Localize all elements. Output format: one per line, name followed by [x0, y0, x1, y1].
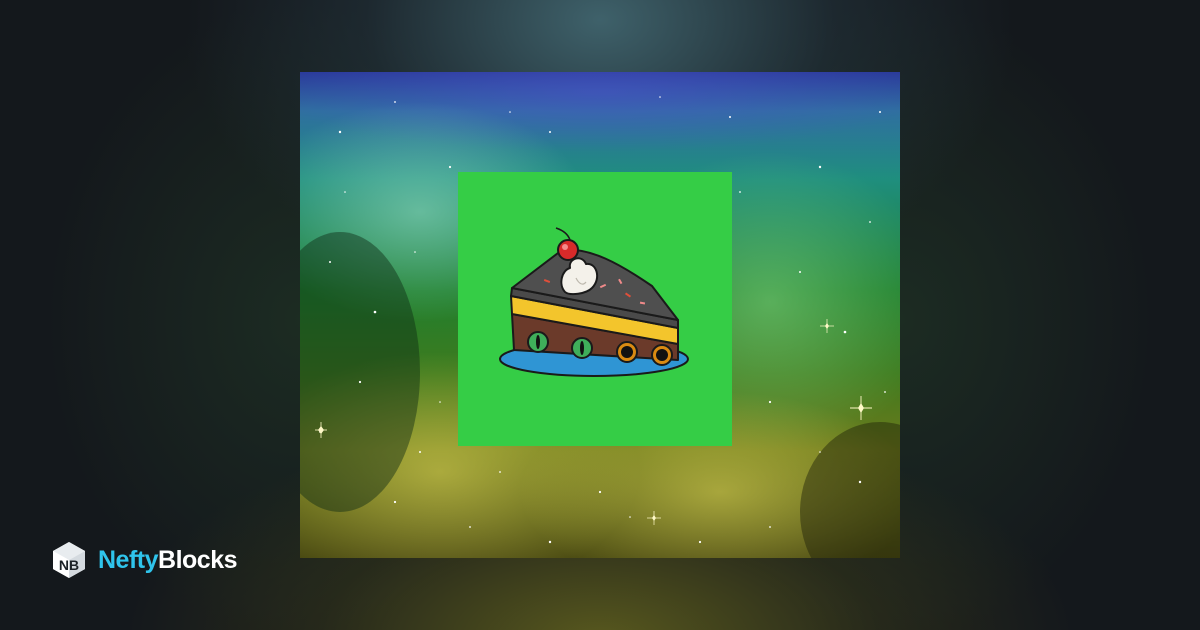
brand-name-part-1: Nefty: [98, 545, 159, 574]
brand-name-part-2: Blocks: [158, 545, 237, 574]
nb-cube-icon: NB: [53, 542, 85, 578]
nefty-blocks-logo[interactable]: NB NeftyBlocks: [50, 540, 237, 580]
brand-wordmark: NeftyBlocks: [98, 545, 237, 574]
svg-text:NB: NB: [59, 557, 79, 573]
galaxy-background: [300, 72, 900, 558]
nft-artwork: [300, 72, 900, 558]
